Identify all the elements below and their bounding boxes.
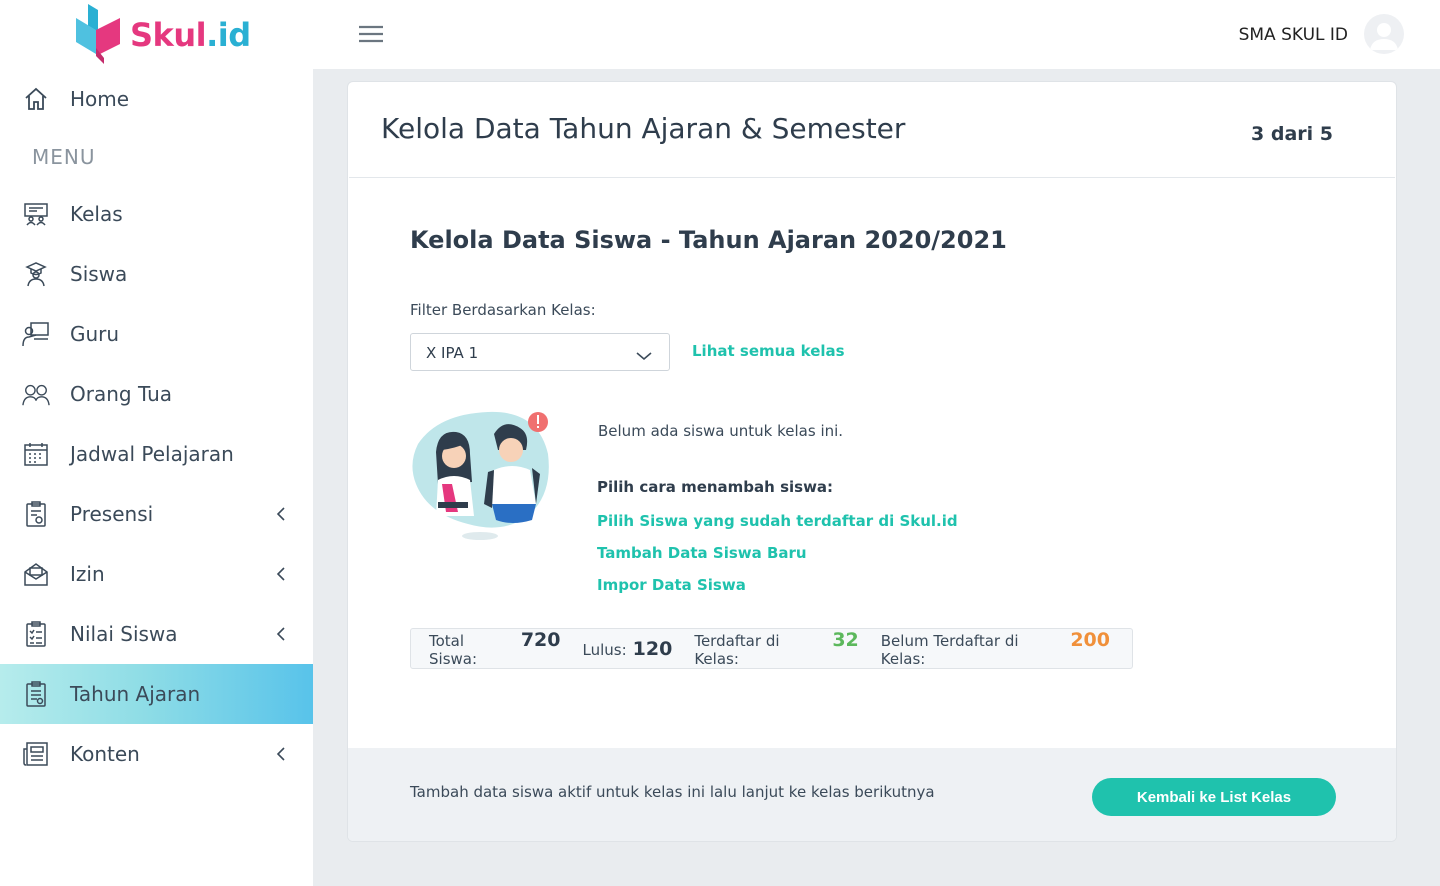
chevron-down-icon [635,347,653,361]
sidebar-item-label: Orang Tua [70,382,173,406]
sidebar-item-label: Presensi [70,502,154,526]
filter-label: Filter Berdasarkan Kelas: [410,301,596,319]
stat-label: Lulus: [582,640,627,659]
sidebar-item-presensi[interactable]: Presensi [0,484,313,544]
sidebar-item-orang-tua[interactable]: Orang Tua [0,364,313,424]
page-title: Kelola Data Tahun Ajaran & Semester [381,112,906,145]
clipboard-icon [22,680,50,708]
sidebar-item-home[interactable]: Home [0,69,313,129]
school-name[interactable]: SMA SKUL ID [1239,25,1348,45]
parents-icon [22,380,50,408]
sidebar-item-label: Siswa [70,262,128,286]
sidebar-item-label: Tahun Ajaran [70,682,201,706]
sidebar-item-tahun-ajaran[interactable]: Tahun Ajaran [0,664,313,724]
main-card: Kelola Data Tahun Ajaran & Semester 3 da… [347,81,1397,842]
sidebar-item-label: Izin [70,562,105,586]
students-illustration-icon [408,404,558,544]
stat-label: Terdaftar di Kelas: [694,632,780,668]
stat-value: 120 [632,637,673,660]
empty-state-message: Belum ada siswa untuk kelas ini. [598,422,844,440]
hamburger-icon[interactable] [358,24,384,44]
stat-value: 32 [832,629,859,651]
stat-graduated: Lulus: 120 [583,638,673,660]
footer-hint: Tambah data siswa aktif untuk kelas ini … [410,783,935,801]
newspaper-icon [22,740,50,768]
sidebar-item-siswa[interactable]: Siswa [0,244,313,304]
teacher-icon [22,320,50,348]
step-indicator: 3 dari 5 [1251,123,1333,145]
see-all-classes-link[interactable]: Lihat semua kelas [692,342,845,360]
card-footer: Tambah data siswa aktif untuk kelas ini … [348,748,1396,841]
logo-mark-icon [74,4,124,64]
chevron-left-icon[interactable] [272,744,290,764]
logo[interactable]: Skul.id [74,4,251,64]
back-to-class-list-button[interactable]: Kembali ke List Kelas [1092,778,1336,816]
card-header: Kelola Data Tahun Ajaran & Semester 3 da… [349,82,1395,178]
class-filter-value: X IPA 1 [426,344,479,362]
stat-label: Total Siswa: [429,632,478,668]
sidebar-item-label: Jadwal Pelajaran [70,442,234,466]
logo-text: Skul.id [130,16,251,54]
sidebar-item-label: Home [70,87,130,111]
sidebar-item-label: Guru [70,322,120,346]
attendance-icon [22,500,50,528]
sidebar: Skul.id Home MENU Kelas Siswa Guru Orang… [0,0,313,886]
stat-value: 200 [1070,629,1110,651]
classroom-icon [22,200,50,228]
sidebar-item-izin[interactable]: Izin [0,544,313,604]
calendar-icon [22,440,50,468]
stat-value: 720 [520,629,561,651]
sidebar-item-label: Kelas [70,202,123,226]
student-icon [22,260,50,288]
student-stats-bar: Total Siswa: 720 Lulus: 120 Terdaftar di… [410,628,1133,669]
sidebar-item-nilai-siswa[interactable]: Nilai Siswa [0,604,313,664]
checklist-icon [22,620,50,648]
section-title: Kelola Data Siswa - Tahun Ajaran 2020/20… [410,226,1007,254]
sidebar-item-guru[interactable]: Guru [0,304,313,364]
sidebar-item-konten[interactable]: Konten [0,724,313,784]
sidebar-item-label: Konten [70,742,140,766]
stat-registered: Terdaftar di Kelas: 32 [694,629,858,668]
chevron-left-icon[interactable] [272,564,290,584]
envelope-icon [22,560,50,588]
chevron-left-icon[interactable] [272,624,290,644]
menu-heading: MENU [32,145,96,169]
logo-text-part2: .id [206,16,251,54]
sidebar-item-kelas[interactable]: Kelas [0,184,313,244]
add-new-student-link[interactable]: Tambah Data Siswa Baru [597,544,807,562]
sidebar-item-label: Nilai Siswa [70,622,178,646]
stat-total: Total Siswa: 720 [429,629,561,668]
stat-label: Belum Terdaftar di Kelas: [880,632,1019,668]
add-method-label: Pilih cara menambah siswa: [597,478,834,496]
topbar: SMA SKUL ID [313,0,1440,69]
class-filter-select[interactable]: X IPA 1 [410,333,670,371]
chevron-left-icon[interactable] [272,504,290,524]
sidebar-item-jadwal-pelajaran[interactable]: Jadwal Pelajaran [0,424,313,484]
user-avatar-icon[interactable] [1364,14,1404,54]
stat-unregistered: Belum Terdaftar di Kelas: 200 [881,629,1110,668]
home-icon [22,85,50,113]
logo-text-part1: Skul [130,16,207,54]
import-students-link[interactable]: Impor Data Siswa [597,576,746,594]
select-registered-students-link[interactable]: Pilih Siswa yang sudah terdaftar di Skul… [597,512,958,530]
